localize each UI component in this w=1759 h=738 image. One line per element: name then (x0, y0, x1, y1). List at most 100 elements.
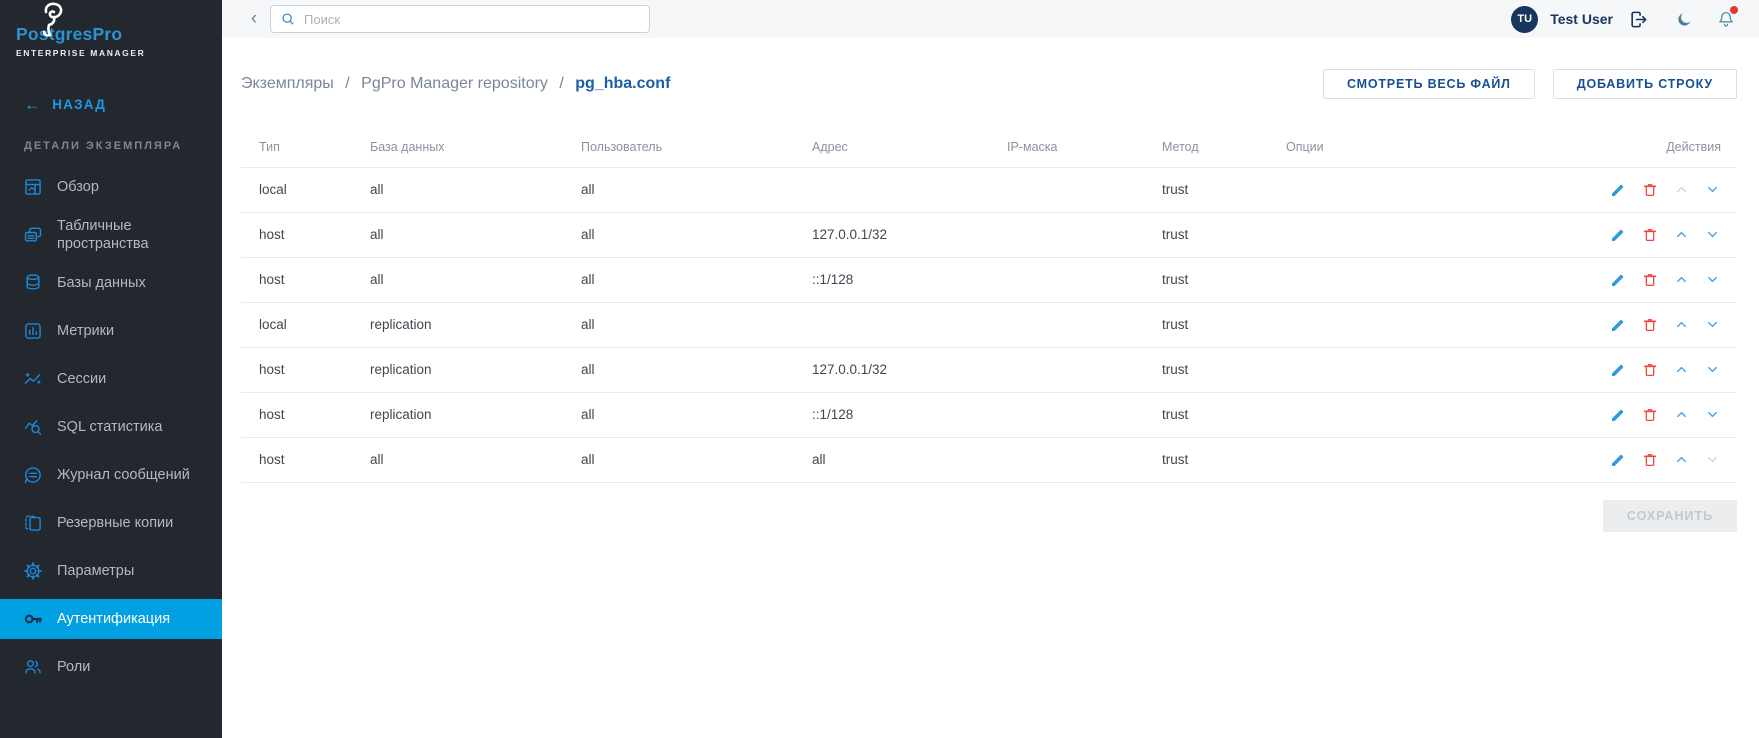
move-row-up-button[interactable] (1674, 452, 1689, 467)
column-header-ip-mask: IP-маска (989, 128, 1144, 167)
row-actions (1578, 303, 1737, 347)
cell-options (1268, 347, 1560, 392)
breadcrumb-separator: / (345, 75, 349, 92)
cell-database: all (352, 212, 563, 257)
breadcrumb-separator: / (559, 75, 563, 92)
tablespaces-icon (22, 224, 44, 246)
logout-icon (1629, 10, 1648, 29)
cell-user: all (563, 437, 794, 482)
sidebar-item-label: SQL статистика (57, 418, 162, 436)
delete-row-button[interactable] (1642, 182, 1658, 198)
app-window: PostgresPro ENTERPRISE MANAGER ← НАЗАД Д… (0, 0, 1759, 738)
cell-user: all (563, 302, 794, 347)
cell-address: ::1/128 (794, 392, 989, 437)
add-row-button[interactable]: ДОБАВИТЬ СТРОКУ (1553, 69, 1737, 99)
databases-icon (22, 272, 44, 294)
cell-options (1268, 392, 1560, 437)
search-box[interactable] (270, 5, 650, 33)
cell-user: all (563, 347, 794, 392)
delete-row-button[interactable] (1642, 317, 1658, 333)
sidebar-item-label: Аутентификация (57, 610, 170, 628)
move-row-down-button[interactable] (1705, 227, 1720, 242)
cell-type: host (241, 392, 352, 437)
cell-ip-mask (989, 212, 1144, 257)
column-header-user: Пользователь (563, 128, 794, 167)
cell-method: trust (1144, 392, 1268, 437)
edit-row-button[interactable] (1610, 182, 1626, 198)
move-row-down-button[interactable] (1705, 362, 1720, 377)
breadcrumb-instances[interactable]: Экземпляры (241, 75, 334, 92)
collapse-sidebar-button[interactable]: ‹ (244, 8, 264, 30)
move-row-down-button[interactable] (1705, 407, 1720, 422)
sidebar-menu: Обзор Табличные пространства Базы данных… (0, 163, 222, 691)
view-whole-file-button[interactable]: СМОТРЕТЬ ВЕСЬ ФАЙЛ (1323, 69, 1535, 99)
cell-method: trust (1144, 437, 1268, 482)
save-button[interactable]: СОХРАНИТЬ (1603, 500, 1737, 532)
move-row-up-button[interactable] (1674, 317, 1689, 332)
cell-address: all (794, 437, 989, 482)
sidebar-item-sessions[interactable]: Сессии (0, 355, 222, 403)
cell-method: trust (1144, 347, 1268, 392)
cell-user: all (563, 392, 794, 437)
cell-ip-mask (989, 392, 1144, 437)
row-actions (1578, 348, 1737, 392)
sidebar: PostgresPro ENTERPRISE MANAGER ← НАЗАД Д… (0, 0, 222, 738)
move-row-up-button[interactable] (1674, 272, 1689, 287)
edit-row-button[interactable] (1610, 452, 1626, 468)
sidebar-item-label: Параметры (57, 562, 134, 580)
user-name[interactable]: Test User (1550, 11, 1613, 27)
edit-row-button[interactable] (1610, 317, 1626, 333)
cell-database: replication (352, 347, 563, 392)
back-button[interactable]: ← НАЗАД (0, 92, 222, 116)
cell-ip-mask (989, 167, 1144, 212)
row-actions (1578, 213, 1737, 257)
user-avatar[interactable]: TU (1511, 6, 1538, 33)
column-header-address: Адрес (794, 128, 989, 167)
cell-ip-mask (989, 302, 1144, 347)
move-row-up-button[interactable] (1674, 362, 1689, 377)
key-icon (22, 608, 44, 630)
move-row-down-button[interactable] (1705, 272, 1720, 287)
edit-row-button[interactable] (1610, 362, 1626, 378)
sidebar-item-databases[interactable]: Базы данных (0, 259, 222, 307)
sidebar-item-message-log[interactable]: Журнал сообщений (0, 451, 222, 499)
edit-row-button[interactable] (1610, 227, 1626, 243)
table-row: host replication all ::1/128 trust (241, 392, 1737, 437)
delete-row-button[interactable] (1642, 272, 1658, 288)
sidebar-item-label: Роли (57, 658, 90, 676)
move-row-up-button (1674, 182, 1689, 197)
sidebar-item-sql-statistics[interactable]: SQL статистика (0, 403, 222, 451)
delete-row-button[interactable] (1642, 227, 1658, 243)
sidebar-item-authentication[interactable]: Аутентификация (0, 599, 222, 639)
delete-row-button[interactable] (1642, 452, 1658, 468)
delete-row-button[interactable] (1642, 407, 1658, 423)
edit-row-button[interactable] (1610, 407, 1626, 423)
table-row: host replication all 127.0.0.1/32 trust (241, 347, 1737, 392)
sidebar-item-label: Метрики (57, 322, 114, 340)
search-input[interactable] (304, 12, 639, 27)
cell-address: 127.0.0.1/32 (794, 212, 989, 257)
notification-dot (1730, 6, 1738, 14)
sidebar-item-parameters[interactable]: Параметры (0, 547, 222, 595)
breadcrumb-instance-name[interactable]: PgPro Manager repository (361, 75, 548, 92)
sidebar-item-label: Обзор (57, 178, 99, 196)
sidebar-item-roles[interactable]: Роли (0, 643, 222, 691)
move-row-down-button[interactable] (1705, 317, 1720, 332)
cell-address: 127.0.0.1/32 (794, 347, 989, 392)
row-actions (1578, 438, 1737, 482)
sidebar-item-tablespaces[interactable]: Табличные пространства (0, 211, 222, 259)
move-row-down-button[interactable] (1705, 182, 1720, 197)
cell-options (1268, 212, 1560, 257)
delete-row-button[interactable] (1642, 362, 1658, 378)
sidebar-item-backups[interactable]: Резервные копии (0, 499, 222, 547)
notifications-button[interactable] (1717, 10, 1735, 28)
sidebar-item-metrics[interactable]: Метрики (0, 307, 222, 355)
theme-toggle-button[interactable] (1676, 11, 1693, 28)
edit-row-button[interactable] (1610, 272, 1626, 288)
message-log-icon (22, 464, 44, 486)
move-row-up-button[interactable] (1674, 227, 1689, 242)
move-row-up-button[interactable] (1674, 407, 1689, 422)
sidebar-item-overview[interactable]: Обзор (0, 163, 222, 211)
header-buttons: СМОТРЕТЬ ВЕСЬ ФАЙЛ ДОБАВИТЬ СТРОКУ (1305, 69, 1737, 99)
logout-button[interactable] (1629, 10, 1648, 29)
